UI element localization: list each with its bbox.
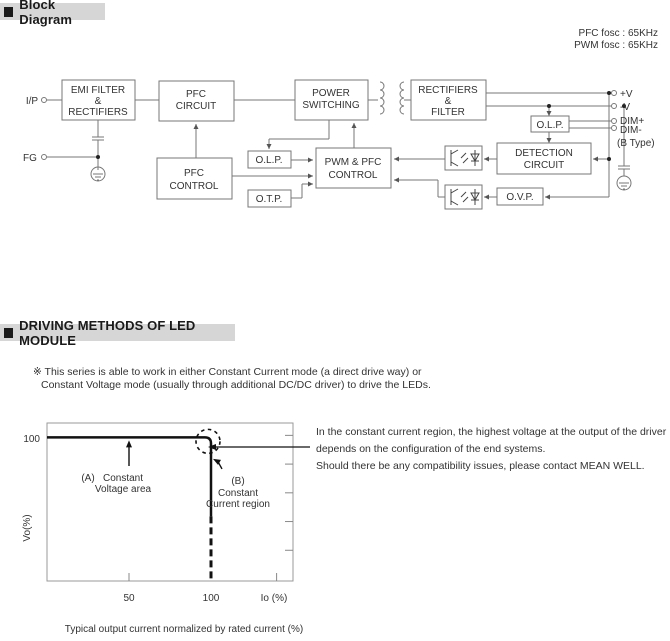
x-axis-unit-label: Io (%) (261, 593, 288, 604)
rectifiers-line1: RECTIFIERS (418, 85, 478, 96)
x-tick-label-100: 100 (203, 593, 220, 604)
pwm-pfc-line2: CONTROL (329, 170, 378, 181)
rectifiers-line3: FILTER (431, 107, 465, 118)
driving-methods-header: DRIVING METHODS OF LED MODULE (0, 318, 235, 348)
dimn-label: DIM- (620, 125, 642, 136)
freq-info: PFC fosc : 65KHz PWM fosc : 65KHz (574, 28, 658, 52)
power-switching-line2: SWITCHING (302, 100, 359, 111)
olp-left-label: O.L.P. (255, 155, 282, 166)
annotation-b-label-3: Current region (206, 499, 270, 510)
power-switching-line1: POWER (312, 88, 350, 99)
fg-label: FG (23, 153, 37, 164)
otp-label: O.T.P. (256, 194, 283, 205)
rectifiers-line2: & (445, 96, 452, 107)
driving-note: ※ This series is able to work in either … (33, 366, 431, 392)
side-explanation: In the constant current region, the high… (316, 424, 666, 475)
pfc-circuit-line2: CIRCUIT (176, 101, 217, 112)
emi-line2: & (95, 96, 102, 107)
emi-line1: EMI FILTER (71, 85, 125, 96)
x-axis-title: Typical output current normalized by rat… (65, 624, 303, 635)
side-text-line-2: depends on the configuration of the end … (316, 443, 546, 455)
pfc-circuit-line1: PFC (186, 89, 206, 100)
note-line-1: This series is able to work in either Co… (44, 366, 422, 378)
pwm-pfc-control-block (315, 147, 392, 189)
pfc-control-line1: PFC (184, 168, 204, 179)
driving-methods-title: DRIVING METHODS OF LED MODULE (19, 317, 196, 348)
side-text-line-3: Should there be any compatibility issues… (316, 460, 645, 472)
note-symbol: ※ (33, 366, 42, 378)
transformer-icon (379, 81, 385, 115)
btype-label: (B Type) (617, 138, 655, 149)
pv-label: +V (620, 89, 633, 100)
square-bullet-icon (4, 327, 14, 338)
detection-line1: DETECTION (515, 148, 573, 159)
block-diagram-header: Block Diagram (0, 0, 105, 27)
annotation-b-label-1: (B) (231, 476, 244, 487)
block-diagram-title: Block Diagram (19, 0, 73, 27)
pwm-freq: PWM fosc : 65KHz (574, 40, 658, 51)
olp-right-label: O.L.P. (536, 120, 563, 131)
annotation-a-label-1: (A) (81, 473, 94, 484)
y-tick-label-100: 100 (23, 434, 40, 445)
emi-line3: RECTIFIERS (68, 107, 128, 118)
note-line-2: Constant Voltage mode (usually through a… (41, 379, 431, 391)
nv-label: -V (620, 102, 630, 113)
detection-line2: CIRCUIT (524, 160, 565, 171)
annotation-a-label-2: Constant (103, 473, 143, 484)
x-axis-ticks (128, 573, 278, 581)
y-axis-label: Vo(%) (22, 514, 33, 541)
ovp-label: O.V.P. (506, 192, 533, 203)
annotation-a-arrowhead (126, 440, 132, 448)
vi-curve-chart: 100 50 100 Io (%) Vo(%) Typical output c… (22, 422, 310, 635)
annotation-b-label-2: Constant (218, 488, 258, 499)
ip-label: I/P (26, 96, 39, 107)
annotation-a-label-3: Voltage area (95, 484, 152, 495)
pwm-pfc-line1: PWM & PFC (325, 157, 382, 168)
right-axis-ticks (285, 434, 293, 551)
corner-highlight-circle (195, 428, 221, 455)
block-diagram: I/P FG EMI FILTER & RECTIFIERS PFC CIRCU… (23, 79, 655, 210)
x-tick-label-50: 50 (123, 593, 135, 604)
side-text-line-1: In the constant current region, the high… (316, 426, 667, 438)
pfc-freq: PFC fosc : 65KHz (578, 28, 658, 39)
pfc-control-line2: CONTROL (170, 181, 219, 192)
square-bullet-icon (4, 6, 14, 17)
